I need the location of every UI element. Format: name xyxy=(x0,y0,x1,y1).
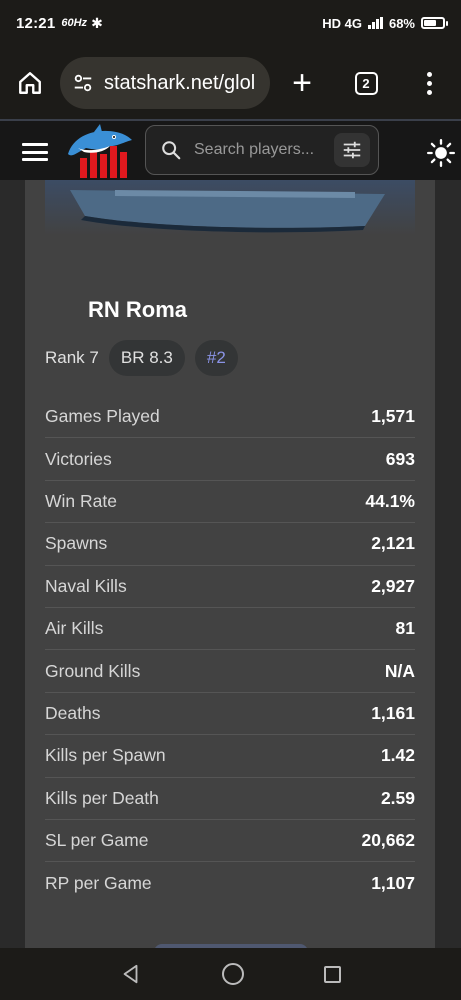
search-icon xyxy=(162,141,181,160)
network-label: HD 4G xyxy=(322,15,362,31)
home-icon xyxy=(19,72,41,94)
sliders-icon xyxy=(343,141,361,159)
search-input[interactable] xyxy=(194,141,334,159)
stat-label: Spawns xyxy=(45,533,108,554)
recents-icon[interactable] xyxy=(324,965,341,983)
stats-table: Games Played 1,571 Victories 693 Win Rate 4… xyxy=(45,396,415,905)
stat-row: Games Played 1,571 xyxy=(45,396,415,439)
tab-switcher-button[interactable]: 2 xyxy=(334,71,398,95)
stat-label: Naval Kills xyxy=(45,575,127,596)
url-text[interactable]: statshark.net/glol xyxy=(104,72,255,95)
stat-value: 44.1% xyxy=(365,490,415,511)
stat-label: SL per Game xyxy=(45,830,149,851)
stat-label: Ground Kills xyxy=(45,660,141,681)
battery-percent: 68% xyxy=(388,15,415,31)
system-nav-bar xyxy=(0,948,461,1000)
stat-value: 1,161 xyxy=(371,702,415,723)
stat-row: Ground Kills N/A xyxy=(45,650,415,693)
stat-row: RP per Game 1,107 xyxy=(45,862,415,904)
stat-value: 81 xyxy=(395,618,415,639)
battery-icon xyxy=(421,17,448,29)
stat-label: Games Played xyxy=(45,406,160,427)
stat-label: Kills per Spawn xyxy=(45,745,166,766)
stat-value: 693 xyxy=(385,448,415,469)
site-settings-icon[interactable] xyxy=(72,72,94,94)
filter-button[interactable] xyxy=(334,133,370,167)
browser-toolbar: statshark.net/glol + 2 xyxy=(0,46,461,120)
stat-label: Kills per Death xyxy=(45,787,159,808)
stat-row: Deaths 1,161 xyxy=(45,693,415,736)
hamburger-menu-button[interactable] xyxy=(22,143,48,161)
statshark-logo[interactable] xyxy=(64,124,136,180)
browser-home-button[interactable] xyxy=(0,53,60,113)
ship-image xyxy=(45,180,415,235)
stat-label: Deaths xyxy=(45,702,101,723)
status-bar: 12:21 60Hz ✱ HD 4G 68% xyxy=(0,0,461,46)
browser-menu-button[interactable] xyxy=(398,71,460,95)
plus-icon: + xyxy=(292,64,312,102)
stat-label: RP per Game xyxy=(45,872,152,893)
search-box[interactable] xyxy=(145,125,379,175)
address-bar[interactable]: statshark.net/glol xyxy=(60,57,270,109)
tab-count: 2 xyxy=(354,71,378,95)
stat-label: Win Rate xyxy=(45,490,117,511)
stat-value: 1,571 xyxy=(371,406,415,427)
home-nav-icon[interactable] xyxy=(222,963,244,985)
vehicle-card: RN Roma Rank 7 BR 8.3 #2 Games Played 1,5… xyxy=(25,180,435,960)
signal-icon xyxy=(367,17,383,29)
sun-icon[interactable] xyxy=(427,139,455,167)
stat-row: SL per Game 20,662 xyxy=(45,820,415,863)
stat-label: Air Kills xyxy=(45,618,104,639)
stat-value: 1.42 xyxy=(380,745,415,766)
rank-label: Rank 7 xyxy=(45,348,99,367)
stat-row: Naval Kills 2,927 xyxy=(45,566,415,608)
new-tab-button[interactable]: + xyxy=(270,66,334,100)
stat-row: Win Rate 44.1% xyxy=(45,481,415,524)
status-time: 12:21 xyxy=(16,14,56,32)
refresh-rate: 60Hz xyxy=(61,17,88,29)
br-badge: BR 8.3 xyxy=(108,340,185,376)
stat-row: Kills per Death 2.59 xyxy=(45,778,415,820)
site-header xyxy=(0,121,461,180)
stat-value: 2,121 xyxy=(371,533,415,554)
position-badge[interactable]: #2 xyxy=(194,340,238,376)
stat-row: Victories 693 xyxy=(45,438,415,481)
stat-row: Air Kills 81 xyxy=(45,608,415,651)
stat-label: Victories xyxy=(45,448,112,469)
stat-value: 2.59 xyxy=(380,787,415,808)
back-icon[interactable] xyxy=(120,963,142,985)
stat-value: N/A xyxy=(384,660,415,681)
stat-row: Spawns 2,121 xyxy=(45,523,415,566)
stat-value: 2,927 xyxy=(371,575,415,596)
vehicle-name: RN Roma xyxy=(88,297,188,322)
stat-row: Kills per Spawn 1.42 xyxy=(45,735,415,778)
vehicle-badges: Rank 7 BR 8.3 #2 xyxy=(45,340,238,376)
stat-value: 1,107 xyxy=(371,872,415,893)
fan-icon: ✱ xyxy=(91,14,103,31)
stat-value: 20,662 xyxy=(361,830,415,851)
